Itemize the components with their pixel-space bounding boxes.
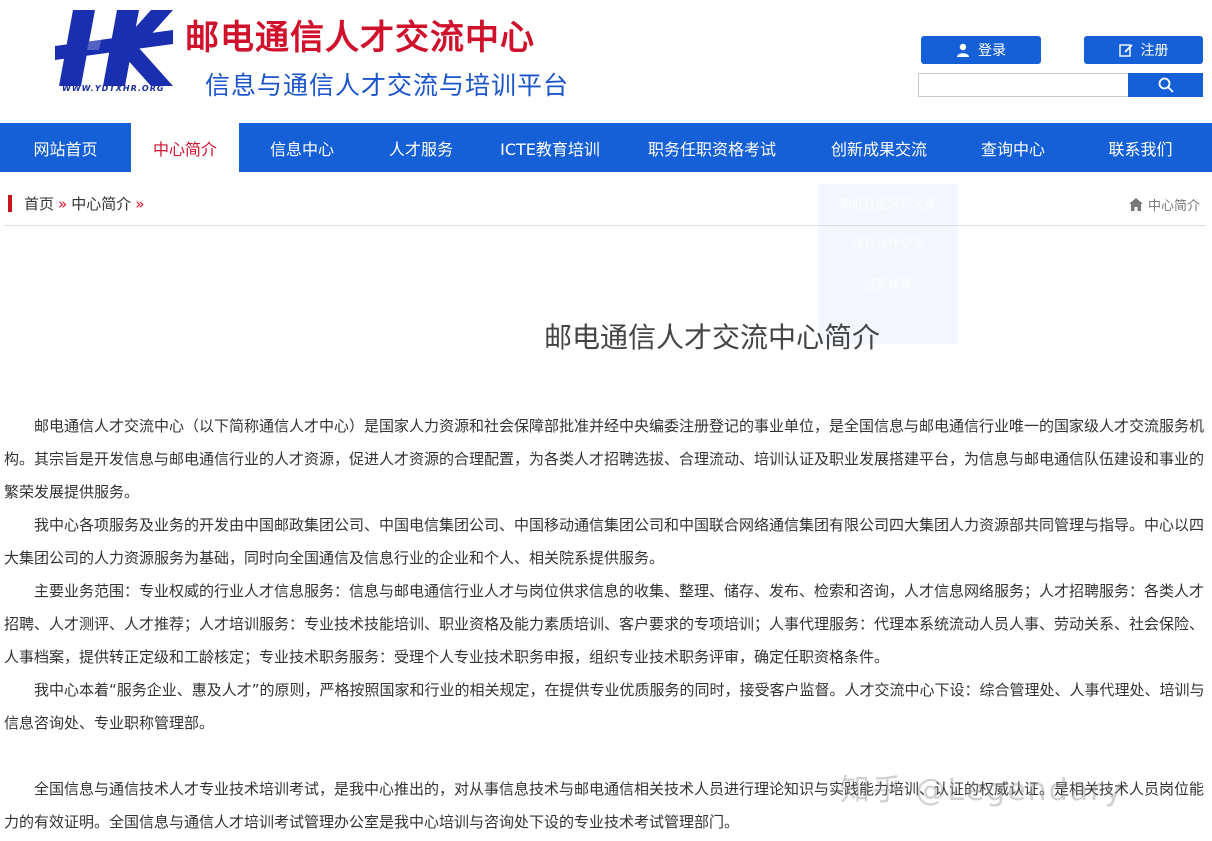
site-title: 邮电通信人才交流中心 [185,18,535,58]
breadcrumb-home[interactable]: 首页 [24,195,54,213]
edit-icon [1118,44,1133,57]
watermark: 知乎 @Legendary [840,773,1125,808]
register-label: 注册 [1140,43,1169,59]
dropdown-item[interactable]: 职业技能培训大赛 [818,184,958,224]
nav-item-about[interactable]: 中心简介 [131,123,239,172]
article-paragraph: 邮电通信人才交流中心（以下简称通信人才中心）是国家人力资源和社会保障部批准并经中… [4,417,1205,501]
user-icon [957,43,969,57]
breadcrumb-right-label: 中心简介 [1147,199,1200,214]
breadcrumb-marker [8,195,12,212]
article-paragraph: 我中心本着“服务企业、惠及人才”的原则，严格按照国家和行业的相关规定，在提供专业… [4,681,1205,732]
nav-item-innovation[interactable]: 创新成果交流 [801,123,957,172]
article-title: 邮电通信人才交流中心简介 [544,321,881,354]
search-input[interactable] [918,73,1130,97]
breadcrumb-right[interactable]: 中心简介 [1128,195,1200,214]
nav-item-icte[interactable]: ICTE教育培训 [477,123,623,172]
site-subtitle: 信息与通信人才交流与培训平台 [205,71,570,100]
article-paragraph: 我中心各项服务及业务的开发由中国邮政集团公司、中国电信集团公司、中国移动通信集团… [4,516,1205,567]
register-button[interactable]: 注册 [1084,36,1203,64]
home-icon [1128,198,1143,211]
nav-item-exam[interactable]: 职务任职资格考试 [623,123,801,172]
main-nav: 网站首页 中心简介 信息中心 人才服务 ICTE教育培训 职务任职资格考试 创新… [0,123,1212,172]
search-icon [1158,77,1174,93]
divider [4,225,1206,226]
login-label: 登录 [978,43,1006,59]
site-logo[interactable] [55,10,173,86]
logo-url-text: WWW.YDTXHR.ORG [62,84,165,93]
nav-item-talent[interactable]: 人才服务 [365,123,477,172]
dropdown-item[interactable]: 项目合作交流 [818,224,958,264]
breadcrumb: 首页» 中心简介» [24,193,148,214]
article-paragraph: 主要业务范围：专业权威的行业人才信息服务：信息与邮电通信行业人才与岗位供求信息的… [4,582,1205,666]
nav-item-query[interactable]: 查询中心 [957,123,1069,172]
nav-item-info[interactable]: 信息中心 [239,123,365,172]
dropdown-item[interactable]: 创新成果 [818,264,958,304]
nav-item-contact[interactable]: 联系我们 [1069,123,1212,172]
search-button[interactable] [1128,73,1203,97]
login-button[interactable]: 登录 [921,36,1041,64]
breadcrumb-current[interactable]: 中心简介 [71,195,131,213]
breadcrumb-sep: » [58,195,68,213]
site-header: WWW.YDTXHR.ORG 邮电通信人才交流中心 信息与通信人才交流与培训平台… [0,0,1212,123]
breadcrumb-sep: » [135,195,145,213]
nav-item-home[interactable]: 网站首页 [0,123,131,172]
